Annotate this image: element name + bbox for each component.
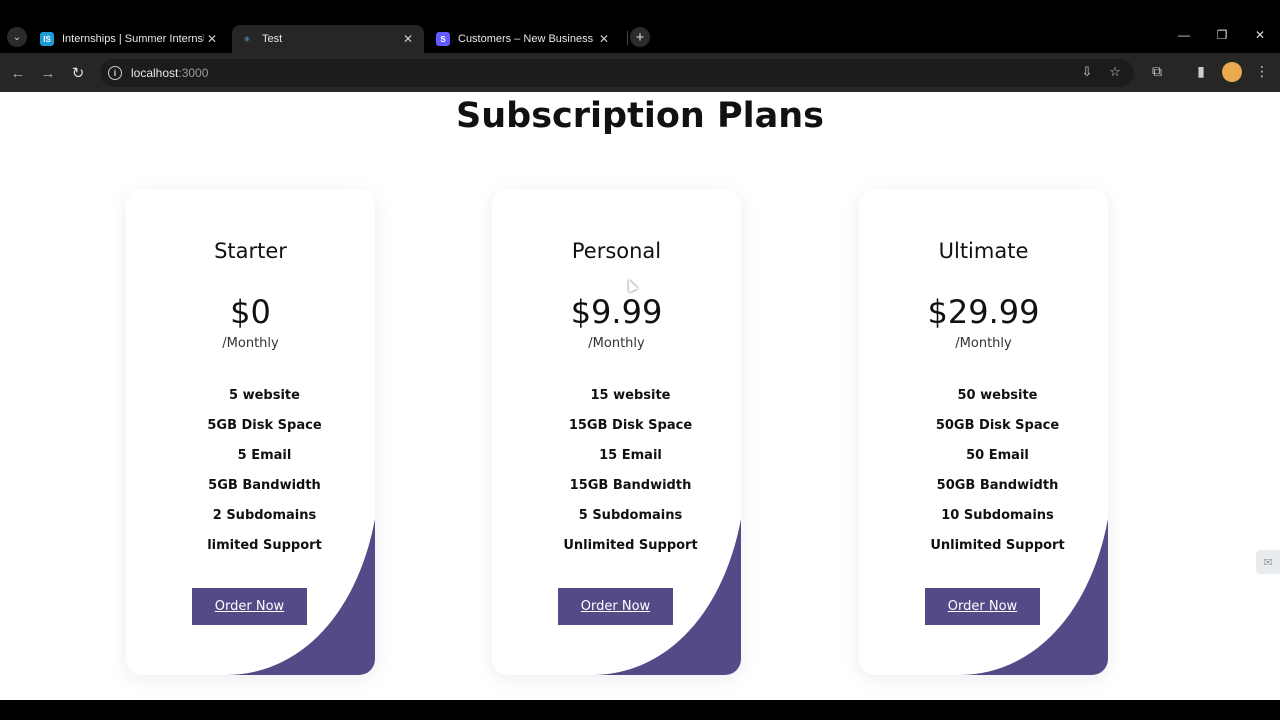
page-viewport: Subscription Plans Starter $0 /Monthly 5… <box>0 92 1280 700</box>
feature-item: 15GB Bandwidth <box>569 478 692 493</box>
internshala-favicon-icon: IS <box>40 32 54 46</box>
plus-icon: + <box>635 28 645 46</box>
plan-price: $29.99 <box>927 293 1040 331</box>
feature-item: 10 Subdomains <box>941 508 1054 523</box>
feature-item: 50GB Bandwidth <box>936 478 1059 493</box>
url-host: localhost <box>131 66 179 80</box>
arrow-right-icon: → <box>40 64 56 82</box>
plan-period: /Monthly <box>222 336 279 351</box>
react-favicon-icon: ⚛ <box>243 34 251 44</box>
browser-tab-internships[interactable]: IS Internships | Summer Internshi ✕ <box>32 25 228 53</box>
arrow-left-icon: ← <box>10 64 26 82</box>
more-menu-icon[interactable]: ⋮ <box>1252 63 1272 80</box>
address-bar[interactable]: i localhost:3000 ⇩ ☆ <box>100 59 1134 87</box>
feature-item: 2 Subdomains <box>212 508 317 523</box>
new-tab-button[interactable]: + <box>630 27 650 47</box>
profile-avatar[interactable] <box>1222 62 1242 82</box>
restore-button[interactable]: ❐ <box>1212 28 1232 42</box>
plan-card-starter: Starter $0 /Monthly 5 website 5GB Disk S… <box>126 189 375 675</box>
browser-tab-customers[interactable]: S Customers – New Business – S ✕ <box>428 25 620 53</box>
stripe-favicon-icon: S <box>436 32 450 46</box>
feature-item: limited Support <box>207 538 322 553</box>
back-button[interactable]: ← <box>8 63 28 83</box>
close-icon: ✕ <box>1254 28 1266 42</box>
feature-item: 50GB Disk Space <box>935 418 1060 433</box>
tab-strip: ⌄ IS Internships | Summer Internshi ✕ ⚛ … <box>0 0 1280 53</box>
plan-card-ultimate: Ultimate $29.99 /Monthly 50 website 50GB… <box>859 189 1108 675</box>
minimize-button[interactable]: — <box>1174 28 1194 42</box>
feature-item: 5 Email <box>237 448 292 463</box>
tab-title: Internships | Summer Internshi <box>62 33 204 45</box>
plan-name: Ultimate <box>938 239 1029 263</box>
feature-item: 15 website <box>590 388 671 403</box>
url-text: localhost:3000 <box>131 66 208 80</box>
plan-period: /Monthly <box>588 336 645 351</box>
feature-list: 50 website 50GB Disk Space 50 Email 50GB… <box>873 381 1108 561</box>
bottom-bar <box>0 700 1280 720</box>
feature-item: 15GB Disk Space <box>568 418 693 433</box>
feature-list: 5 website 5GB Disk Space 5 Email 5GB Ban… <box>140 381 375 561</box>
plan-name: Starter <box>214 239 287 263</box>
feature-item: 5GB Disk Space <box>207 418 322 433</box>
page-title: Subscription Plans <box>456 96 824 136</box>
install-app-icon[interactable]: ⇩ <box>1078 64 1096 80</box>
feature-item: 5GB Bandwidth <box>208 478 321 493</box>
close-icon[interactable]: ✕ <box>204 32 220 46</box>
forward-button[interactable]: → <box>38 63 58 83</box>
close-icon[interactable]: ✕ <box>400 32 416 46</box>
order-now-button[interactable]: Order Now <box>558 588 673 625</box>
browser-tab-test[interactable]: ⚛ Test ✕ <box>232 25 424 53</box>
site-info-icon[interactable]: i <box>108 66 122 80</box>
reload-icon: ↻ <box>71 65 85 82</box>
tab-search-button[interactable]: ⌄ <box>7 27 27 47</box>
close-icon[interactable]: ✕ <box>596 32 612 46</box>
tab-title: Customers – New Business – S <box>458 33 596 45</box>
feature-item: 5 website <box>229 388 300 403</box>
plan-price: $9.99 <box>570 293 663 331</box>
browser-toolbar: ← → ↻ i localhost:3000 ⇩ ☆ ⧉ ▮ ⋮ <box>0 53 1280 92</box>
feature-item: 50 website <box>957 388 1038 403</box>
feature-item: 50 Email <box>966 448 1029 463</box>
close-window-button[interactable]: ✕ <box>1250 28 1270 42</box>
plan-price: $0 <box>230 293 271 331</box>
bookmark-star-icon[interactable]: ☆ <box>1106 64 1124 80</box>
plan-card-personal: Personal $9.99 /Monthly 15 website 15GB … <box>492 189 741 675</box>
url-port: :3000 <box>178 66 209 80</box>
side-widget-button[interactable]: ✉ <box>1256 550 1280 574</box>
chevron-down-icon: ⌄ <box>12 31 22 43</box>
mail-icon: ✉ <box>1263 556 1273 569</box>
plan-period: /Monthly <box>955 336 1012 351</box>
feature-item: 15 Email <box>599 448 662 463</box>
extensions-puzzle-icon[interactable]: ⧉ <box>1147 63 1167 80</box>
tab-title: Test <box>262 33 283 45</box>
minimize-icon: — <box>1178 28 1190 42</box>
order-now-button[interactable]: Order Now <box>925 588 1040 625</box>
restore-icon: ❐ <box>1216 28 1228 42</box>
feature-item: Unlimited Support <box>930 538 1065 553</box>
feature-list: 15 website 15GB Disk Space 15 Email 15GB… <box>506 381 741 561</box>
reload-button[interactable]: ↻ <box>68 63 88 83</box>
tab-divider <box>627 31 628 45</box>
order-now-button[interactable]: Order Now <box>192 588 307 625</box>
feature-item: 5 Subdomains <box>578 508 683 523</box>
plan-name: Personal <box>571 239 662 263</box>
feature-item: Unlimited Support <box>563 538 698 553</box>
side-panel-icon[interactable]: ▮ <box>1191 63 1211 80</box>
